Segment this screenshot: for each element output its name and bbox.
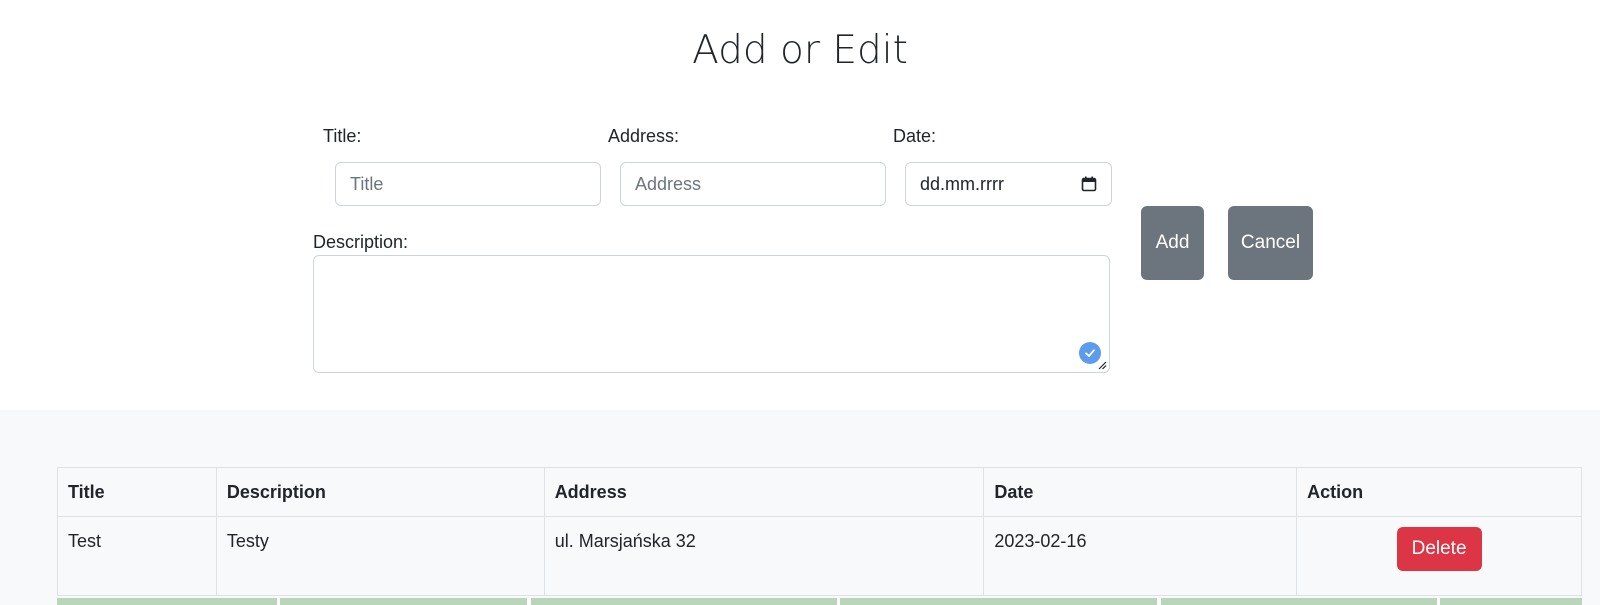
delete-button[interactable]: Delete — [1396, 527, 1482, 571]
table-row: Test Testy ul. Marsjańska 32 2023-02-16 … — [57, 516, 1582, 596]
description-textarea[interactable] — [313, 255, 1110, 373]
records-section: Title Description Address Date Action Te… — [0, 410, 1600, 605]
cell-title: Test — [57, 516, 217, 596]
calendar-icon[interactable] — [1081, 176, 1097, 192]
date-input[interactable]: dd.mm.rrrr — [905, 162, 1112, 206]
add-button[interactable]: Add — [1141, 206, 1204, 280]
header-description: Description — [215, 467, 545, 517]
cell-date: 2023-02-16 — [983, 516, 1298, 596]
records-table: Title Description Address Date Action Te… — [57, 467, 1582, 596]
description-label: Description: — [313, 232, 409, 252]
date-label: Date: — [893, 126, 937, 146]
map-view[interactable] — [57, 598, 1582, 605]
cell-description: Testy — [215, 516, 545, 596]
date-input-value: dd.mm.rrrr — [920, 173, 1004, 194]
page-title: Add or Edit — [692, 28, 908, 73]
cell-action: Delete — [1296, 516, 1582, 596]
header-title: Title — [57, 467, 217, 517]
cell-address: ul. Marsjańska 32 — [543, 516, 985, 596]
title-input[interactable] — [335, 162, 601, 206]
cancel-button[interactable]: Cancel — [1228, 206, 1313, 280]
resize-handle-icon[interactable] — [1098, 361, 1107, 370]
header-action: Action — [1296, 467, 1582, 517]
table-header-row: Title Description Address Date Action — [57, 467, 1582, 517]
title-label: Title: — [323, 126, 362, 146]
address-label: Address: — [608, 126, 680, 146]
address-input[interactable] — [620, 162, 886, 206]
header-address: Address — [543, 467, 985, 517]
header-date: Date — [983, 467, 1298, 517]
